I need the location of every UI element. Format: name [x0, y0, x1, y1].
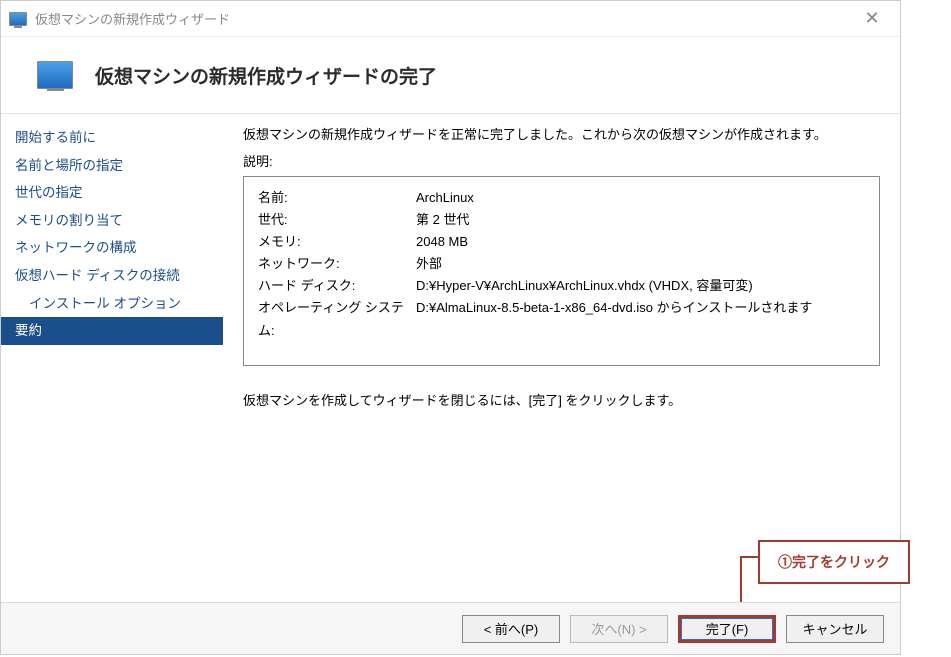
summary-val: 第 2 世代: [416, 209, 865, 231]
summary-box: 名前: ArchLinux 世代: 第 2 世代 メモリ: 2048 MB ネッ…: [243, 176, 880, 366]
summary-row-memory: メモリ: 2048 MB: [258, 231, 865, 253]
summary-key: メモリ:: [258, 231, 416, 253]
instruction-text: 仮想マシンを作成してウィザードを閉じるには、[完了] をクリックします。: [243, 390, 880, 409]
cancel-button[interactable]: キャンセル: [786, 615, 884, 643]
app-icon: [9, 12, 27, 26]
summary-row-generation: 世代: 第 2 世代: [258, 209, 865, 231]
sidebar-item-summary[interactable]: 要約: [1, 317, 223, 345]
finish-button-label: 完了(F): [681, 618, 773, 640]
summary-val: 2048 MB: [416, 231, 865, 253]
sidebar-item-memory[interactable]: メモリの割り当て: [1, 207, 223, 235]
summary-key: 世代:: [258, 209, 416, 231]
prev-button[interactable]: < 前へ(P): [462, 615, 560, 643]
sidebar-item-before-begin[interactable]: 開始する前に: [1, 124, 223, 152]
page-title: 仮想マシンの新規作成ウィザードの完了: [95, 62, 437, 89]
button-bar: < 前へ(P) 次へ(N) > 完了(F) キャンセル: [1, 602, 900, 654]
summary-row-name: 名前: ArchLinux: [258, 187, 865, 209]
window-title: 仮想マシンの新規作成ウィザード: [35, 9, 852, 28]
summary-key: オペレーティング システム:: [258, 297, 416, 341]
annotation-line-v: [740, 556, 742, 602]
sidebar-item-name-location[interactable]: 名前と場所の指定: [1, 152, 223, 180]
titlebar: 仮想マシンの新規作成ウィザード ✕: [1, 1, 900, 37]
close-icon[interactable]: ✕: [852, 8, 892, 29]
summary-key: ネットワーク:: [258, 253, 416, 275]
summary-key: ハード ディスク:: [258, 275, 416, 297]
description-label: 説明:: [243, 151, 880, 170]
intro-text: 仮想マシンの新規作成ウィザードを正常に完了しました。これから次の仮想マシンが作成…: [243, 124, 880, 143]
sidebar-item-network[interactable]: ネットワークの構成: [1, 234, 223, 262]
monitor-icon: [37, 61, 73, 89]
annotation-line-h: [740, 556, 760, 558]
summary-val: D:¥AlmaLinux-8.5-beta-1-x86_64-dvd.iso か…: [416, 297, 865, 341]
annotation-callout: ①完了をクリック: [758, 540, 910, 584]
next-button: 次へ(N) >: [570, 615, 668, 643]
main-panel: 仮想マシンの新規作成ウィザードを正常に完了しました。これから次の仮想マシンが作成…: [223, 114, 900, 602]
summary-row-os: オペレーティング システム: D:¥AlmaLinux-8.5-beta-1-x…: [258, 297, 865, 341]
sidebar-item-vhd[interactable]: 仮想ハード ディスクの接続: [1, 262, 223, 290]
header: 仮想マシンの新規作成ウィザードの完了: [1, 37, 900, 113]
summary-val: D:¥Hyper-V¥ArchLinux¥ArchLinux.vhdx (VHD…: [416, 275, 865, 297]
summary-row-harddisk: ハード ディスク: D:¥Hyper-V¥ArchLinux¥ArchLinux…: [258, 275, 865, 297]
summary-val: 外部: [416, 253, 865, 275]
sidebar: 開始する前に 名前と場所の指定 世代の指定 メモリの割り当て ネットワークの構成…: [1, 114, 223, 602]
summary-val: ArchLinux: [416, 187, 865, 209]
summary-key: 名前:: [258, 187, 416, 209]
content-area: 開始する前に 名前と場所の指定 世代の指定 メモリの割り当て ネットワークの構成…: [1, 113, 900, 602]
finish-button[interactable]: 完了(F): [678, 615, 776, 643]
summary-row-network: ネットワーク: 外部: [258, 253, 865, 275]
sidebar-item-install-options[interactable]: インストール オプション: [1, 290, 223, 318]
sidebar-item-generation[interactable]: 世代の指定: [1, 179, 223, 207]
